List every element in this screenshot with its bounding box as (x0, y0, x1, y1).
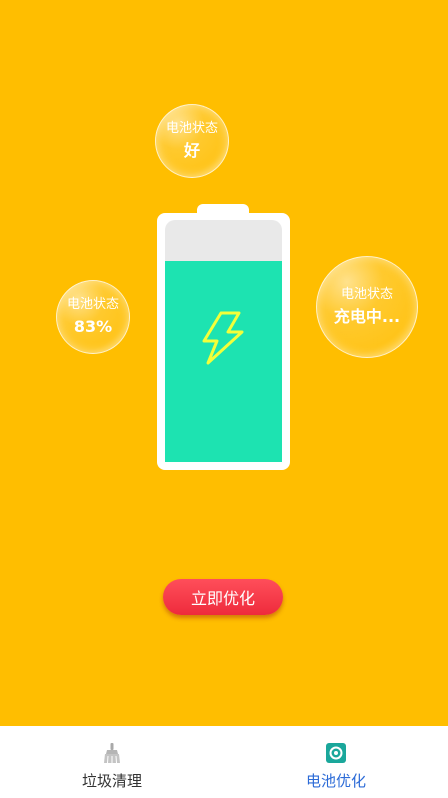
status-bubble-charging: 电池状态 充电中... (316, 256, 418, 358)
bubble-value: 83% (73, 317, 113, 336)
status-bubble-level: 电池状态 83% (56, 280, 130, 354)
bottom-tab-bar: 垃圾清理 电池优化 (0, 726, 448, 798)
tab-label: 电池优化 (305, 772, 366, 790)
bubble-label: 电池状态 (66, 297, 119, 312)
optimize-now-button[interactable]: 立即优化 (163, 579, 283, 615)
bubble-label: 电池状态 (165, 121, 218, 136)
battery-screen: 电池状态 好 电池状态 83% 电池状态 充电中... 立即优化 (0, 0, 448, 726)
bubble-value: 好 (183, 141, 200, 160)
tab-label: 垃圾清理 (81, 772, 142, 790)
bubble-value: 充电中... (333, 307, 401, 326)
status-bubble-condition: 电池状态 好 (155, 104, 229, 178)
battery-empty-area (165, 220, 282, 263)
broom-icon (104, 743, 120, 764)
lightning-bolt-icon (202, 311, 244, 365)
tab-junk-clean[interactable]: 垃圾清理 (0, 726, 224, 798)
tab-battery-optimize[interactable]: 电池优化 (224, 726, 448, 798)
bubble-label: 电池状态 (340, 287, 393, 302)
battery-optimize-icon (326, 743, 346, 763)
